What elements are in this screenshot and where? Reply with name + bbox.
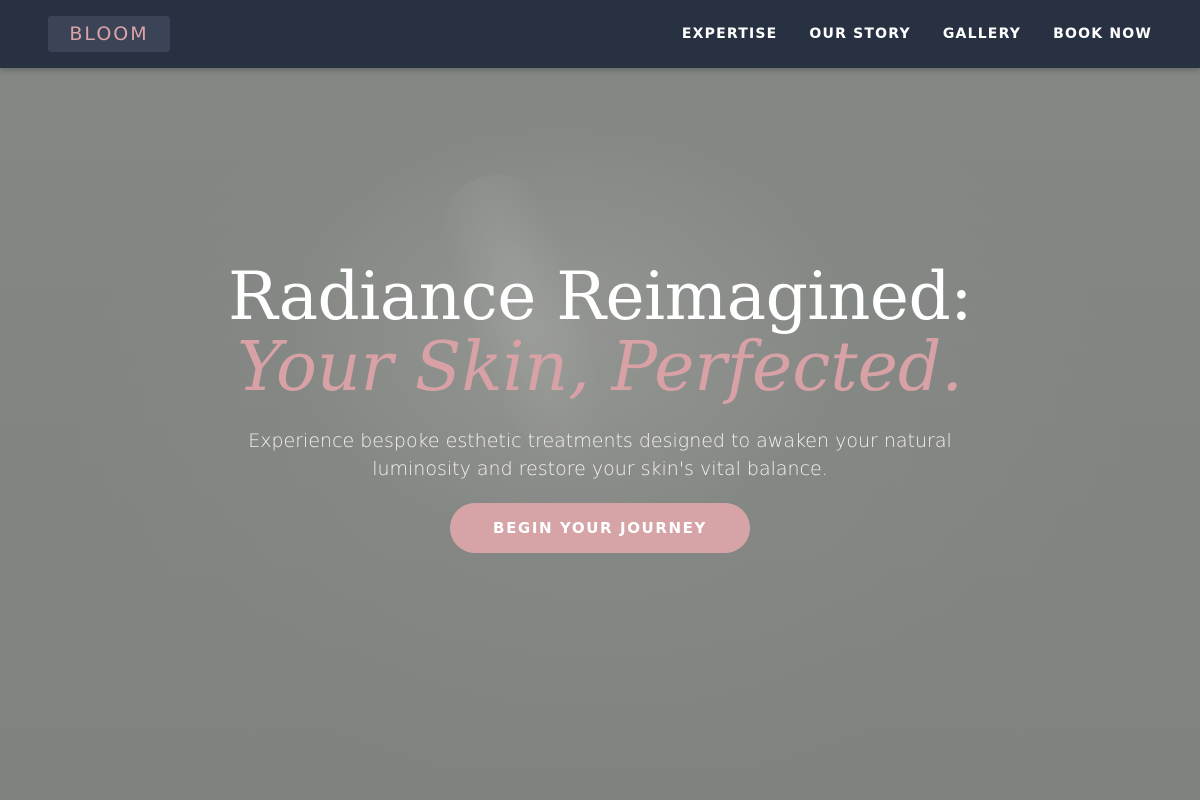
hero-subtext: Experience bespoke esthetic treatments d… xyxy=(248,430,952,480)
brand-logo[interactable]: BLOOM xyxy=(48,16,170,52)
hero-headline: Radiance Reimagined: Your Skin, Perfecte… xyxy=(0,255,1200,403)
top-navbar: BLOOM EXPERTISE OUR STORY GALLERY BOOK N… xyxy=(0,0,1200,68)
hero-headline-line1: Radiance Reimagined: xyxy=(228,258,972,335)
begin-journey-button[interactable]: BEGIN YOUR JOURNEY xyxy=(450,503,750,553)
nav-link-gallery[interactable]: GALLERY xyxy=(943,26,1021,42)
nav-link-book-now[interactable]: BOOK NOW xyxy=(1053,26,1152,42)
nav-link-expertise[interactable]: EXPERTISE xyxy=(682,26,778,42)
main-nav: EXPERTISE OUR STORY GALLERY BOOK NOW xyxy=(650,0,1152,68)
hero-headline-line2: Your Skin, Perfected. xyxy=(236,328,964,407)
nav-link-our-story[interactable]: OUR STORY xyxy=(809,26,910,42)
hero-section: Radiance Reimagined: Your Skin, Perfecte… xyxy=(0,255,1200,553)
